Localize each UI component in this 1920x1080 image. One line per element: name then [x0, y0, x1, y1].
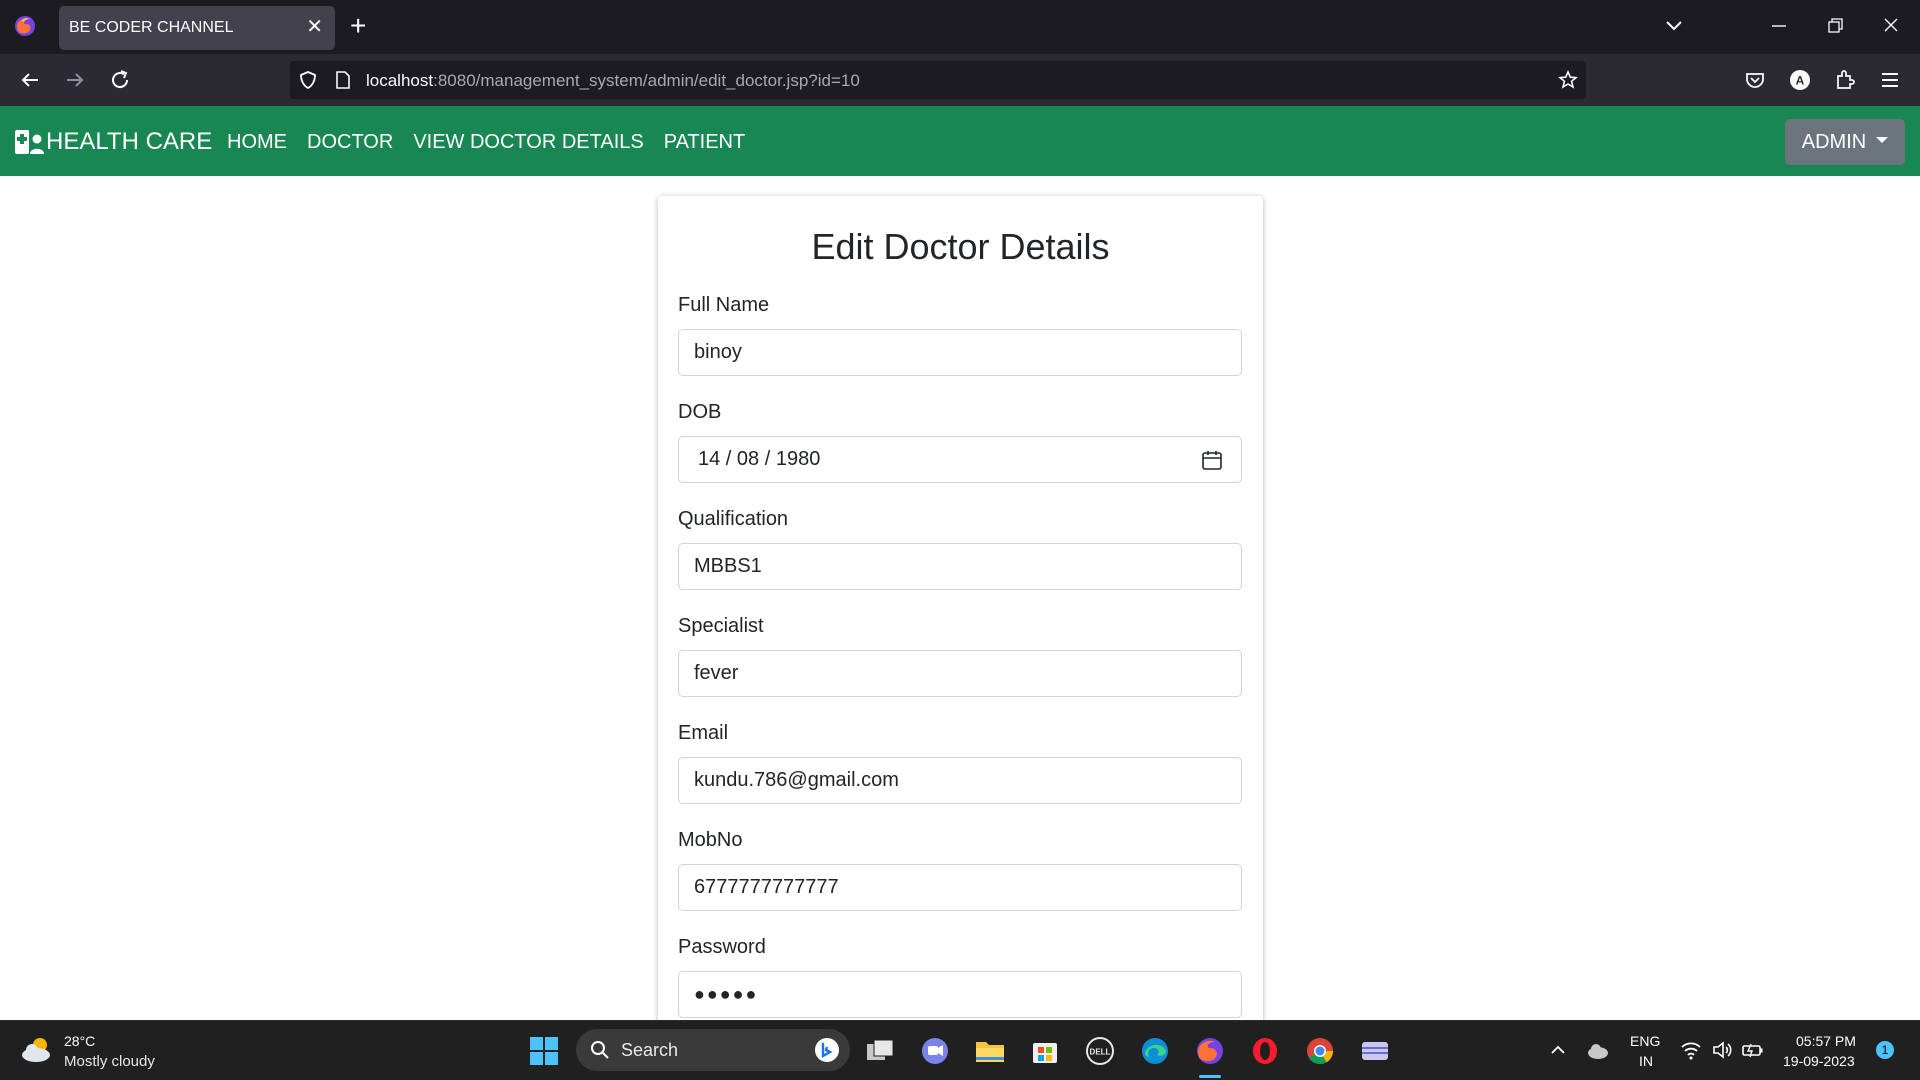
nav-doctor[interactable]: DOCTOR [307, 131, 393, 154]
admin-dropdown-button[interactable]: ADMIN [1785, 119, 1905, 165]
active-app-indicator [1199, 1075, 1221, 1078]
close-window-icon[interactable] [1882, 14, 1900, 36]
svg-text:DELL: DELL [1090, 1048, 1111, 1057]
edit-doctor-card: Edit Doctor Details Full Name binoy DOB … [658, 196, 1263, 1056]
dob-value: 14 / 08 / 1980 [698, 448, 821, 470]
task-view-icon[interactable] [864, 1035, 896, 1067]
chrome-browser-icon[interactable] [1304, 1035, 1336, 1067]
cloudy-weather-icon[interactable] [20, 1035, 54, 1065]
clinic-user-icon [15, 130, 44, 154]
caret-down-icon [1876, 137, 1889, 143]
clock-time[interactable]: 05:57 PM [1796, 1033, 1856, 1049]
mobno-input[interactable]: 6777777777777 [678, 864, 1242, 911]
specialist-value: fever [694, 662, 739, 684]
minimize-icon[interactable] [1770, 14, 1788, 36]
search-label: Search [621, 1040, 679, 1060]
password-label: Password [678, 936, 766, 958]
nav-links: HOME DOCTOR VIEW DOCTOR DETAILS PATIENT [227, 131, 765, 154]
wifi-icon[interactable] [1680, 1039, 1702, 1061]
taskbar-search[interactable]: Search [576, 1029, 850, 1071]
firefox-logo-icon[interactable] [14, 15, 36, 37]
weather-temperature[interactable]: 28°C [64, 1033, 95, 1049]
url-path: :8080/management_system/admin/edit_docto… [433, 71, 860, 90]
full-name-input[interactable]: binoy [678, 329, 1242, 376]
bing-icon[interactable] [814, 1037, 840, 1063]
email-value: kundu.786@gmail.com [694, 769, 899, 791]
file-explorer-icon[interactable] [974, 1035, 1006, 1067]
url-host: localhost [366, 71, 434, 90]
chevron-up-icon[interactable] [1549, 1041, 1567, 1059]
tab-list-chevron-icon[interactable] [1663, 14, 1685, 36]
specialist-label: Specialist [678, 615, 764, 637]
page-title: Edit Doctor Details [811, 226, 1110, 267]
pocket-icon[interactable] [1743, 68, 1767, 92]
hamburger-menu-icon[interactable] [1878, 68, 1902, 92]
mobno-label: MobNo [678, 829, 743, 851]
page-icon[interactable] [334, 70, 352, 90]
browser-toolbar: localhost:8080/management_system/admin/e… [0, 54, 1920, 106]
password-input[interactable]: ●●●●● [678, 971, 1242, 1018]
weather-description[interactable]: Mostly cloudy [64, 1053, 155, 1070]
calendar-icon[interactable] [1201, 449, 1223, 471]
onedrive-cloud-icon[interactable] [1586, 1039, 1610, 1061]
dob-date-input[interactable]: 14 / 08 / 1980 [678, 436, 1242, 483]
reload-icon[interactable] [108, 68, 132, 92]
dob-label: DOB [678, 401, 722, 423]
nav-patient[interactable]: PATIENT [664, 131, 745, 154]
teams-chat-icon[interactable] [919, 1035, 951, 1067]
shield-icon[interactable] [298, 70, 318, 90]
firefox-taskbar-icon[interactable] [1194, 1035, 1226, 1067]
extensions-puzzle-icon[interactable] [1833, 68, 1857, 92]
microsoft-store-icon[interactable] [1029, 1035, 1061, 1067]
taskbar: 28°C Mostly cloudy Search DELL ENG IN 05… [0, 1020, 1920, 1080]
search-icon [591, 1041, 609, 1059]
app-window-icon[interactable] [1359, 1035, 1391, 1067]
edge-browser-icon[interactable] [1139, 1035, 1171, 1067]
tab-title: BE CODER CHANNEL [69, 19, 234, 36]
browser-tab-bar: BE CODER CHANNEL ✕ + [0, 0, 1920, 54]
qualification-input[interactable]: MBBS1 [678, 543, 1242, 590]
svg-text:A: A [1796, 74, 1805, 88]
email-label: Email [678, 722, 729, 744]
specialist-input[interactable]: fever [678, 650, 1242, 697]
mobno-value: 6777777777777 [694, 876, 839, 898]
windows-start-icon[interactable] [528, 1035, 560, 1067]
clock-date[interactable]: 19-09-2023 [1783, 1053, 1855, 1069]
language-indicator-top[interactable]: ENG [1630, 1033, 1660, 1049]
password-value: ●●●●● [694, 984, 759, 1004]
url-bar[interactable]: localhost:8080/management_system/admin/e… [290, 61, 1586, 99]
full-name-label: Full Name [678, 294, 770, 316]
brand[interactable]: HEALTH CARE [14, 127, 212, 157]
new-tab-icon[interactable]: + [350, 12, 366, 40]
brand-label: HEALTH CARE [46, 128, 213, 155]
admin-label: ADMIN [1801, 130, 1867, 153]
qualification-value: MBBS1 [694, 555, 762, 577]
language-indicator-bottom[interactable]: IN [1639, 1053, 1653, 1069]
full-name-value: binoy [694, 341, 742, 363]
battery-icon[interactable] [1741, 1039, 1765, 1061]
email-input[interactable]: kundu.786@gmail.com [678, 757, 1242, 804]
qualification-label: Qualification [678, 508, 789, 530]
notification-badge[interactable]: 1 [1876, 1041, 1894, 1059]
forward-arrow-icon[interactable] [63, 68, 87, 92]
nav-home[interactable]: HOME [227, 131, 287, 154]
back-arrow-icon[interactable] [18, 68, 42, 92]
restore-icon[interactable] [1826, 14, 1844, 36]
browser-tab[interactable]: BE CODER CHANNEL ✕ [59, 6, 335, 50]
url-text[interactable]: localhost:8080/management_system/admin/e… [366, 71, 860, 91]
volume-icon[interactable] [1711, 1039, 1733, 1061]
dell-icon[interactable]: DELL [1084, 1035, 1116, 1067]
opera-browser-icon[interactable] [1249, 1035, 1281, 1067]
app-navbar: HEALTH CARE HOME DOCTOR VIEW DOCTOR DETA… [0, 106, 1920, 176]
nav-view-doctor-details[interactable]: VIEW DOCTOR DETAILS [413, 131, 643, 154]
bookmark-star-icon[interactable] [1558, 70, 1578, 90]
account-avatar-icon[interactable]: A [1788, 68, 1812, 92]
close-tab-icon[interactable]: ✕ [306, 16, 323, 38]
